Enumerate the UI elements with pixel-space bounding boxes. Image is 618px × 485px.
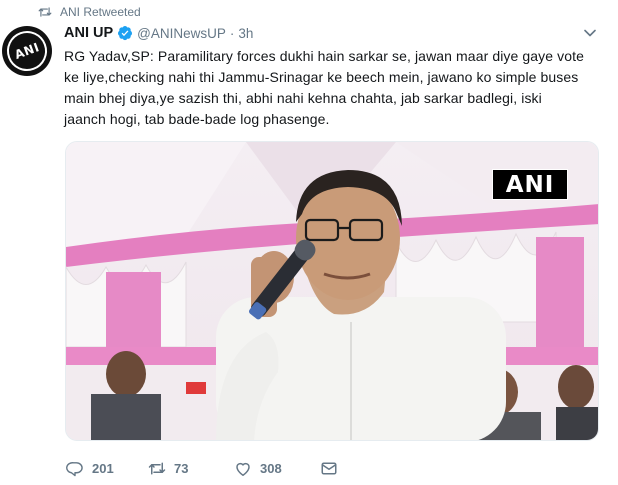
retweet-icon <box>38 7 52 17</box>
tweet-text-line: jaanch hogi, tab bade-bade log phasenge. <box>64 111 330 127</box>
chevron-down-icon[interactable] <box>584 28 596 38</box>
like-count: 308 <box>260 460 282 476</box>
tweet-text-line: main bhej diya,ye sazish thi, abhi nahi … <box>64 90 542 106</box>
verified-badge-icon <box>118 26 133 41</box>
retweet-icon <box>148 462 166 474</box>
reply-count: 201 <box>92 460 114 476</box>
user-handle[interactable]: @ANINewsUP <box>137 26 226 41</box>
tweet-actions: 201 73 308 <box>66 458 338 478</box>
envelope-icon <box>321 462 337 474</box>
retweeted-context: ANI Retweeted <box>38 5 141 19</box>
tweet-media-photo[interactable]: ANI <box>65 141 599 441</box>
separator-dot: · <box>229 25 235 41</box>
tweet-text: RG Yadav,SP: Paramilitary forces dukhi h… <box>64 46 604 130</box>
retweet-button[interactable]: 73 <box>148 460 234 477</box>
avatar[interactable]: ANI <box>2 26 52 76</box>
tweet-text-line: RG Yadav,SP: Paramilitary forces dukhi h… <box>64 48 585 64</box>
display-name[interactable]: ANI UP <box>64 25 113 41</box>
direct-message-button[interactable] <box>320 460 338 477</box>
retweeted-label[interactable]: ANI Retweeted <box>60 5 141 19</box>
tweet-header: ANI UP @ANINewsUP · 3h <box>64 25 253 41</box>
avatar-logo: ANI <box>2 26 52 76</box>
retweet-count: 73 <box>174 460 189 476</box>
reply-icon <box>66 461 83 476</box>
heart-icon <box>236 462 250 476</box>
like-button[interactable]: 308 <box>234 460 320 477</box>
ani-watermark-logo: ANI <box>492 169 568 200</box>
tweet-text-line: ke liye,checking nahi thi Jammu-Srinagar… <box>64 69 579 85</box>
timestamp[interactable]: 3h <box>238 26 253 41</box>
reply-button[interactable]: 201 <box>66 460 148 477</box>
